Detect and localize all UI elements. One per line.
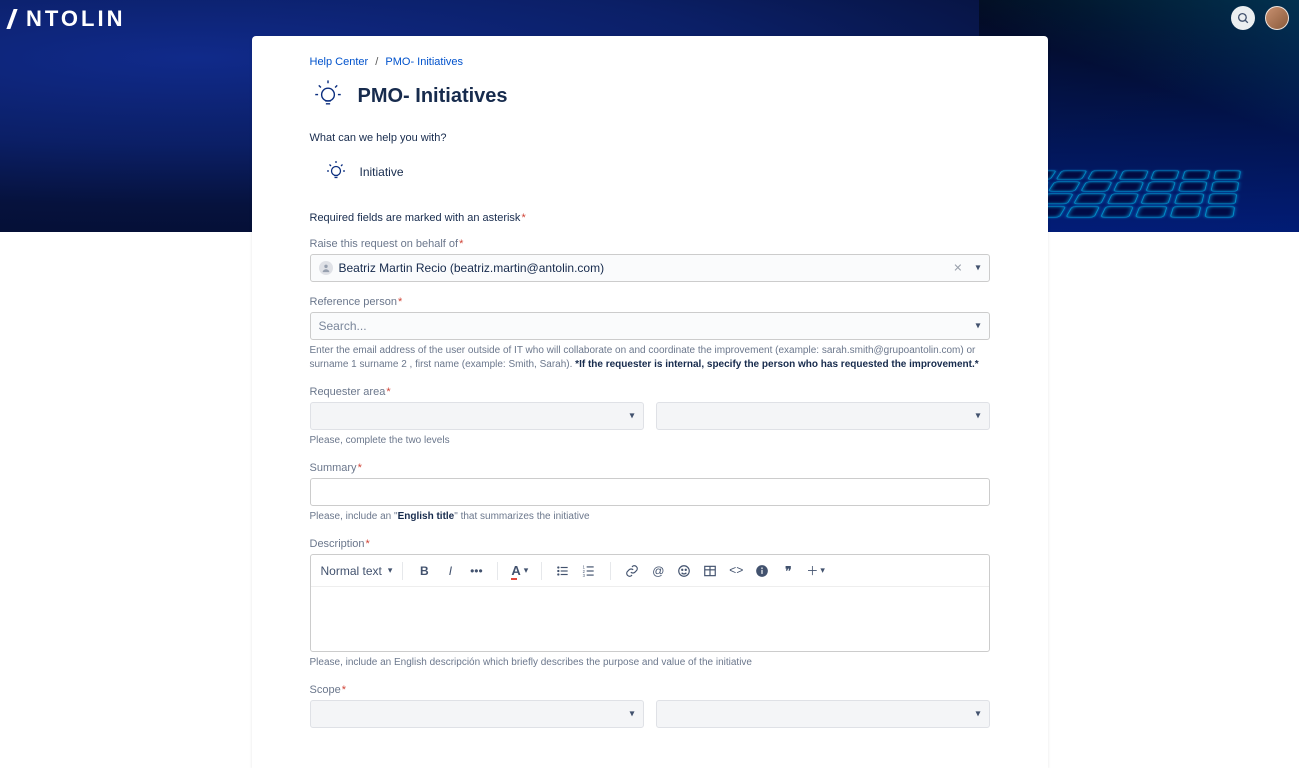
text-style-dropdown[interactable]: Normal text ▾ — [321, 564, 393, 578]
person-icon — [319, 261, 333, 275]
summary-input[interactable] — [310, 478, 990, 506]
text-color-button[interactable]: A▾ — [508, 560, 531, 582]
requester-area-helper: Please, complete the two levels — [310, 434, 990, 448]
bold-button[interactable]: B — [413, 560, 435, 582]
numbered-list-icon: 123 — [582, 564, 596, 578]
help-prompt: What can we help you with? — [310, 132, 990, 144]
user-avatar[interactable] — [1265, 6, 1289, 30]
chevron-down-icon: ▾ — [975, 411, 980, 422]
svg-text:3: 3 — [583, 572, 586, 577]
raise-label: Raise this request on behalf of* — [310, 238, 990, 250]
chevron-down-icon: ▾ — [629, 709, 634, 720]
description-textarea[interactable] — [311, 587, 989, 651]
scope-label: Scope* — [310, 684, 990, 696]
info-icon — [755, 564, 769, 578]
italic-button[interactable]: I — [439, 560, 461, 582]
reference-placeholder: Search... — [319, 319, 367, 333]
chevron-down-icon: ▾ — [629, 411, 634, 422]
requester-area-label: Requester area* — [310, 386, 990, 398]
scope-level1[interactable]: ▾ — [310, 700, 644, 728]
requester-area-level1[interactable]: ▾ — [310, 402, 644, 430]
breadcrumb: Help Center / PMO- Initiatives — [310, 56, 990, 68]
reference-label: Reference person* — [310, 296, 990, 308]
search-icon — [1237, 12, 1250, 25]
scope-level2[interactable]: ▾ — [656, 700, 990, 728]
code-button[interactable]: <> — [725, 560, 747, 582]
logo-slash-icon — [8, 9, 24, 29]
emoji-button[interactable] — [673, 560, 695, 582]
description-helper: Please, include an English descripción w… — [310, 656, 990, 670]
requester-area-level2[interactable]: ▾ — [656, 402, 990, 430]
chevron-down-icon: ▾ — [975, 709, 980, 720]
breadcrumb-current: PMO- Initiatives — [385, 56, 463, 68]
description-label: Description* — [310, 538, 990, 550]
chevron-down-icon: ▾ — [975, 263, 980, 274]
clear-icon[interactable]: ✕ — [953, 262, 962, 275]
page-title: PMO- Initiatives — [358, 85, 508, 108]
lightbulb-icon — [310, 78, 346, 114]
bullet-list-icon — [556, 564, 570, 578]
editor-toolbar: Normal text ▾ B I ••• A▾ 123 — [311, 555, 989, 587]
brand-text: NTOLIN — [26, 6, 125, 32]
table-button[interactable] — [699, 560, 721, 582]
more-formatting-button[interactable]: ••• — [465, 560, 487, 582]
insert-more-button[interactable]: ＋▾ — [803, 560, 828, 582]
table-icon — [703, 564, 717, 578]
bullet-list-button[interactable] — [552, 560, 574, 582]
reference-helper: Enter the email address of the user outs… — [310, 344, 990, 372]
summary-helper: Please, include an "English title" that … — [310, 510, 990, 524]
chevron-down-icon: ▾ — [975, 321, 980, 332]
form-card: Help Center / PMO- Initiatives PMO- Init… — [252, 36, 1048, 768]
description-editor: Normal text ▾ B I ••• A▾ 123 — [310, 554, 990, 652]
numbered-list-button[interactable]: 123 — [578, 560, 600, 582]
search-button[interactable] — [1231, 6, 1255, 30]
lightbulb-icon — [324, 160, 348, 184]
request-type-label: Initiative — [360, 165, 404, 179]
breadcrumb-separator: / — [375, 56, 378, 68]
raise-on-behalf-select[interactable]: Beatriz Martin Recio (beatriz.martin@ant… — [310, 254, 990, 282]
brand-logo[interactable]: NTOLIN — [8, 6, 125, 32]
mention-button[interactable]: @ — [647, 560, 669, 582]
chevron-down-icon: ▾ — [388, 565, 393, 576]
request-type-selected[interactable]: Initiative — [310, 160, 990, 184]
reference-person-select[interactable]: Search... ▾ — [310, 312, 990, 340]
breadcrumb-home[interactable]: Help Center — [310, 56, 369, 68]
link-icon — [625, 564, 639, 578]
info-panel-button[interactable] — [751, 560, 773, 582]
link-button[interactable] — [621, 560, 643, 582]
summary-label: Summary* — [310, 462, 990, 474]
emoji-icon — [677, 564, 691, 578]
raise-value: Beatriz Martin Recio (beatriz.martin@ant… — [339, 261, 605, 275]
required-note: Required fields are marked with an aster… — [310, 212, 990, 224]
quote-button[interactable]: ❞ — [777, 560, 799, 582]
